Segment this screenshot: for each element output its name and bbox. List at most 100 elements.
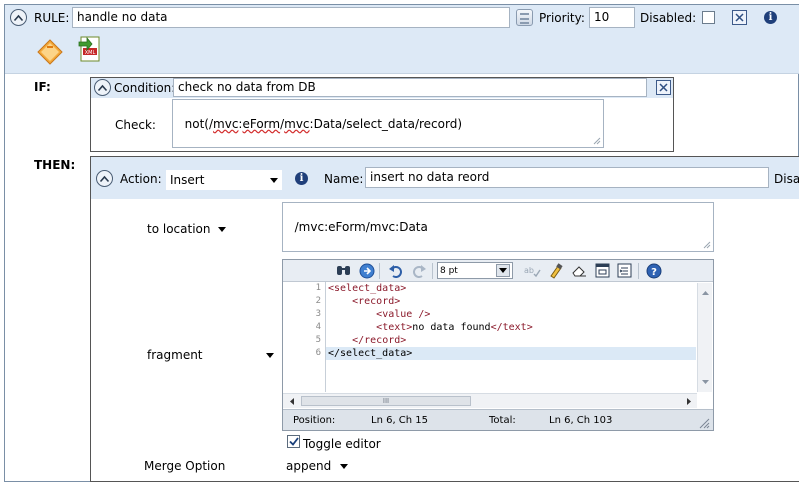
priority-label: Priority: xyxy=(539,11,585,25)
notes-icon[interactable] xyxy=(516,9,533,26)
location-path-textarea[interactable]: /mvc:eForm/mvc:Data xyxy=(282,202,714,252)
collapse-rule-button[interactable] xyxy=(10,9,27,26)
disabled-label: Disabled: xyxy=(640,11,697,25)
collapse-condition-button[interactable] xyxy=(94,79,111,96)
fragment-select-value: fragment xyxy=(147,348,203,362)
chevron-down-icon xyxy=(266,352,274,358)
scroll-down-icon[interactable] xyxy=(698,376,713,388)
close-icon xyxy=(659,83,668,92)
code-line: <select_data> xyxy=(328,283,407,294)
rule-name-input[interactable]: handle no data xyxy=(72,7,510,28)
code-line: <record> xyxy=(352,296,401,307)
priority-input[interactable]: 10 xyxy=(589,7,635,28)
collapse-action-button[interactable] xyxy=(96,170,113,187)
condition-name-input[interactable]: check no data from DB xyxy=(173,78,647,97)
font-size-value: 8 pt xyxy=(440,265,458,276)
total-value: Ln 6, Ch 103 xyxy=(549,415,613,426)
merge-option-label: Merge Option xyxy=(144,459,226,473)
add-condition-icon[interactable] xyxy=(36,38,64,66)
if-label: IF: xyxy=(34,80,51,94)
format-icon[interactable] xyxy=(616,262,633,279)
delete-rule-button[interactable] xyxy=(732,10,747,25)
font-size-select[interactable]: 8 pt xyxy=(437,262,513,279)
scroll-up-icon[interactable] xyxy=(698,287,713,299)
check-expr-part: :Data/select_data/record) xyxy=(309,117,463,131)
chevron-up-icon xyxy=(99,175,110,182)
action-label: Action: xyxy=(120,172,162,186)
chevron-down-icon xyxy=(340,463,348,469)
action-name-input[interactable]: insert no data reord xyxy=(365,167,769,188)
code-line: <value /> xyxy=(376,309,431,320)
check-expression-textarea[interactable]: not(/mvc:eForm/mvc:Data/select_data/reco… xyxy=(172,99,604,148)
condition-label: Condition: xyxy=(114,81,176,95)
line-number: 3 xyxy=(315,309,321,319)
scroll-right-icon[interactable] xyxy=(683,394,695,409)
chevron-up-icon xyxy=(97,84,108,91)
eraser-icon[interactable] xyxy=(570,262,587,279)
undo-icon[interactable] xyxy=(386,262,403,279)
line-number: 2 xyxy=(315,296,321,306)
spellcheck-icon[interactable]: ab xyxy=(524,262,541,279)
editor-status-bar: Position: Ln 6, Ch 15 Total: Ln 6, Ch 10… xyxy=(283,409,713,430)
line-number: 1 xyxy=(315,283,321,293)
toolbar-separator xyxy=(638,263,639,279)
toggle-editor-checkbox[interactable] xyxy=(287,435,300,448)
action-select[interactable]: Insert xyxy=(166,170,282,190)
location-select[interactable]: to location xyxy=(143,219,230,239)
chevron-up-icon xyxy=(13,14,24,21)
check-label: Check: xyxy=(115,118,156,132)
toolbar-separator xyxy=(379,263,380,279)
disabled-checkbox[interactable] xyxy=(702,11,715,24)
fullscreen-icon[interactable] xyxy=(594,262,611,279)
code-area[interactable]: <select_data> <record> <value /> <text>n… xyxy=(328,282,694,392)
merge-option-select[interactable]: append xyxy=(282,456,352,476)
merge-option-value: append xyxy=(286,459,332,473)
resize-grip-icon[interactable] xyxy=(699,418,710,429)
goto-line-icon[interactable] xyxy=(358,262,375,279)
action-disabled-label: Disa xyxy=(774,172,799,186)
scroll-thumb[interactable]: III xyxy=(301,396,471,406)
toolbar-separator xyxy=(432,263,433,279)
line-number: 5 xyxy=(315,335,321,345)
vertical-scrollbar[interactable] xyxy=(697,283,712,392)
check-expr-part: not(/ xyxy=(184,117,214,131)
code-line: <text>no data found</text> xyxy=(376,322,533,333)
fragment-select[interactable]: fragment xyxy=(143,345,278,365)
chevron-down-icon xyxy=(270,177,278,183)
check-expr-part: mvc xyxy=(284,117,310,131)
highlight-icon[interactable] xyxy=(547,262,564,279)
code-line: </select_data> xyxy=(328,348,413,359)
action-name-label: Name: xyxy=(324,172,364,186)
horizontal-scrollbar[interactable]: III xyxy=(283,393,697,408)
chevron-down-icon xyxy=(218,226,226,232)
line-number: 6 xyxy=(315,348,321,358)
line-number: 4 xyxy=(315,322,321,332)
location-select-value: to location xyxy=(147,222,211,236)
info-icon[interactable]: i xyxy=(295,172,308,185)
gutter-divider xyxy=(325,282,326,392)
chevron-down-icon xyxy=(496,264,510,277)
help-icon[interactable]: ? xyxy=(645,262,662,279)
svg-text:ab: ab xyxy=(524,266,534,275)
check-expr-part: mvc xyxy=(213,117,239,131)
location-path: /mvc:eForm/mvc:Data xyxy=(294,220,428,234)
total-label: Total: xyxy=(489,415,516,426)
checkmark-icon xyxy=(288,437,299,446)
delete-condition-button[interactable] xyxy=(656,80,671,95)
then-label: THEN: xyxy=(34,158,76,172)
code-line: </record> xyxy=(352,335,407,346)
line-number-gutter: 1 2 3 4 5 6 xyxy=(283,282,325,392)
toggle-editor-label: Toggle editor xyxy=(303,437,381,451)
info-icon[interactable]: i xyxy=(764,11,777,24)
redo-icon[interactable] xyxy=(411,262,428,279)
scroll-left-icon[interactable] xyxy=(286,394,298,409)
rule-label: RULE: xyxy=(34,11,70,25)
resize-grip-icon[interactable] xyxy=(703,241,711,249)
check-expr-part: eForm xyxy=(242,117,281,131)
resize-grip-icon[interactable] xyxy=(593,137,601,145)
close-icon xyxy=(735,13,744,22)
position-label: Position: xyxy=(293,415,336,426)
find-icon[interactable] xyxy=(335,262,352,279)
svg-text:XML: XML xyxy=(85,50,96,56)
add-action-icon[interactable]: XML xyxy=(76,34,104,64)
